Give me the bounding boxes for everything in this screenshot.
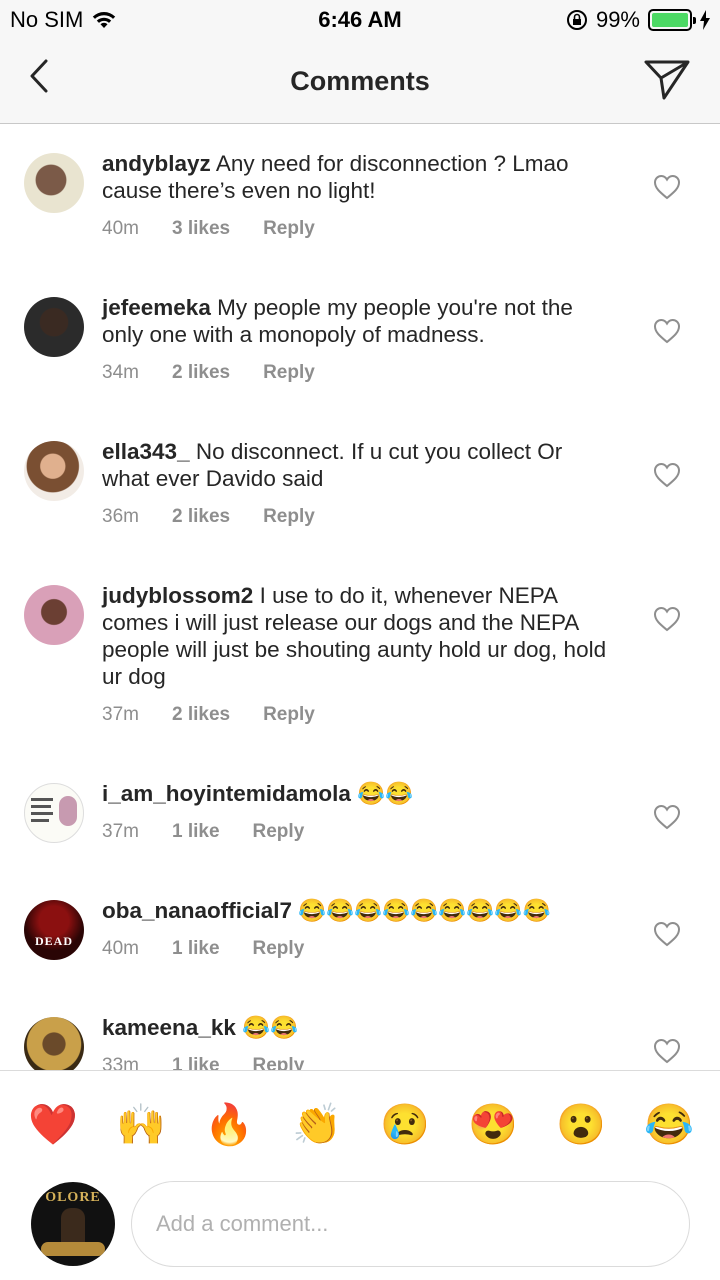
fire-emoji-button[interactable]: 🔥 [204, 1101, 254, 1149]
avatar[interactable] [24, 441, 84, 501]
likes-count[interactable]: 1 like [172, 938, 220, 960]
comment-text: 😂😂 [242, 1015, 299, 1040]
avatar[interactable] [24, 585, 84, 645]
status-bar: No SIM 6:46 AM 99% [0, 0, 720, 40]
username[interactable]: oba_nanaofficial7 [102, 898, 292, 923]
reply-button[interactable]: Reply [263, 362, 315, 384]
likes-count[interactable]: 3 likes [172, 218, 230, 240]
paper-plane-icon [644, 60, 690, 100]
heart-eyes-emoji-button[interactable]: 😍 [468, 1101, 518, 1149]
surprised-face-emoji-button[interactable]: 😮 [556, 1101, 606, 1149]
avatar[interactable] [24, 1017, 84, 1070]
reply-button[interactable]: Reply [263, 506, 315, 528]
reply-button[interactable]: Reply [253, 1055, 305, 1070]
avatar-label: DEAD [34, 934, 73, 948]
avatar[interactable]: DEAD [24, 900, 84, 960]
comment-time: 37m [102, 704, 139, 725]
avatar[interactable] [24, 153, 84, 213]
reply-button[interactable]: Reply [253, 938, 305, 960]
tears-of-joy-emoji-button[interactable]: 😂 [644, 1101, 694, 1149]
username[interactable]: jefeemeka [102, 295, 211, 320]
heart-icon[interactable] [653, 804, 681, 830]
reply-button[interactable]: Reply [253, 821, 305, 843]
comment-composer: OLORE [0, 1176, 720, 1280]
avatar[interactable] [24, 297, 84, 357]
reply-button[interactable]: Reply [263, 218, 315, 240]
likes-count[interactable]: 1 like [172, 1055, 220, 1070]
comment-list[interactable]: andyblayz Any need for disconnection ? L… [0, 125, 720, 1070]
rotation-lock-icon [566, 10, 587, 30]
raising-hands-emoji-button[interactable]: 🙌 [116, 1101, 166, 1149]
heart-icon[interactable] [653, 921, 681, 947]
likes-count[interactable]: 2 likes [172, 704, 230, 726]
username[interactable]: andyblayz [102, 151, 211, 176]
username[interactable]: i_am_hoyintemidamola [102, 781, 351, 806]
likes-count[interactable]: 2 likes [172, 506, 230, 528]
red-heart-emoji-button[interactable]: ❤️ [28, 1101, 78, 1149]
heart-icon[interactable] [653, 174, 681, 200]
username[interactable]: kameena_kk [102, 1015, 236, 1040]
page-title: Comments [290, 66, 430, 96]
likes-count[interactable]: 1 like [172, 821, 220, 843]
charging-icon [700, 10, 710, 30]
comment-time: 37m [102, 821, 139, 842]
comment-text: 😂😂 [357, 781, 414, 806]
battery-icon [648, 9, 696, 31]
comment-time: 34m [102, 362, 139, 383]
heart-icon[interactable] [653, 318, 681, 344]
navigation-header: Comments [0, 40, 720, 124]
comment-input[interactable] [131, 1181, 690, 1267]
likes-count[interactable]: 2 likes [172, 362, 230, 384]
heart-icon[interactable] [653, 606, 681, 632]
comment-time: 36m [102, 506, 139, 527]
my-avatar: OLORE [31, 1182, 115, 1266]
comment-text: 😂😂😂😂😂😂😂😂😂 [298, 898, 551, 923]
comment-time: 40m [102, 938, 139, 959]
send-button[interactable] [642, 54, 692, 104]
crying-face-emoji-button[interactable]: 😢 [380, 1101, 430, 1149]
my-avatar-label: OLORE [45, 1190, 101, 1205]
heart-icon[interactable] [653, 1038, 681, 1064]
username[interactable]: judyblossom2 [102, 583, 253, 608]
reply-button[interactable]: Reply [263, 704, 315, 726]
clapping-hands-emoji-button[interactable]: 👏 [292, 1101, 342, 1149]
comment-time: 33m [102, 1055, 139, 1070]
username[interactable]: ella343_ [102, 439, 190, 464]
quick-emoji-bar: ❤️ 🙌 🔥 👏 😢 😍 😮 😂 [0, 1070, 720, 1176]
comment-time: 40m [102, 218, 139, 239]
battery-percent: 99% [595, 7, 640, 32]
heart-icon[interactable] [653, 462, 681, 488]
avatar[interactable] [24, 783, 84, 843]
